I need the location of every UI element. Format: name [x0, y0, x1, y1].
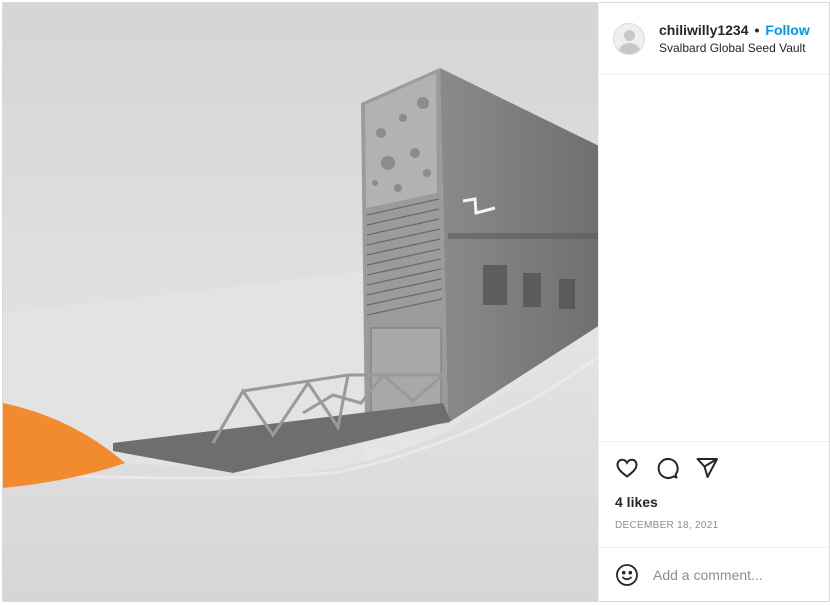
author-info: chiliwilly1234 • Follow Svalbard Global … [659, 22, 810, 55]
likes-count[interactable]: 4 likes [615, 494, 813, 510]
post-header: chiliwilly1234 • Follow Svalbard Global … [599, 3, 829, 75]
avatar[interactable] [613, 22, 645, 55]
comment-input[interactable] [653, 566, 813, 583]
actions-section: 4 likes December 18, 2021 [599, 441, 829, 547]
username-link[interactable]: chiliwilly1234 [659, 22, 749, 38]
post-panel: chiliwilly1234 • Follow Svalbard Global … [598, 3, 829, 601]
post-date: December 18, 2021 [615, 520, 719, 531]
seed-vault-photo [3, 3, 598, 601]
share-icon[interactable] [695, 456, 719, 480]
comment-icon[interactable] [655, 456, 679, 480]
follow-button[interactable]: Follow [765, 22, 809, 38]
avatar-head-shape [624, 29, 635, 41]
comments-area [599, 75, 829, 441]
avatar-body-shape [619, 42, 640, 54]
heart-icon[interactable] [615, 456, 639, 480]
post-image[interactable] [3, 3, 598, 601]
action-icons [615, 454, 813, 482]
author-row: chiliwilly1234 • Follow [659, 22, 810, 38]
smiley-icon[interactable] [615, 563, 639, 587]
separator-dot: • [754, 22, 760, 38]
location-link[interactable]: Svalbard Global Seed Vault [659, 41, 810, 55]
post-card: chiliwilly1234 • Follow Svalbard Global … [2, 2, 830, 602]
comment-box [599, 547, 829, 601]
